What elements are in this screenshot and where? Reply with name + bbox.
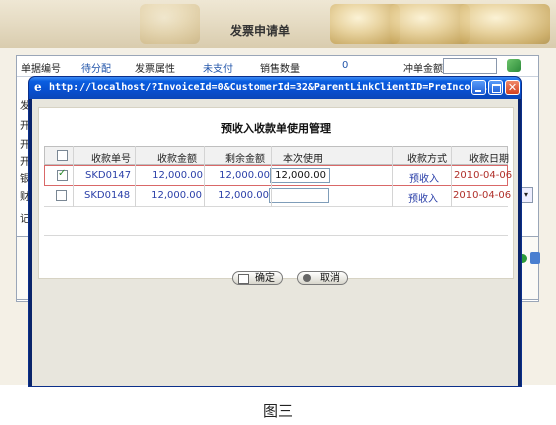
minimize-icon bbox=[475, 90, 481, 92]
receipt-amount: 12,000.00 bbox=[152, 170, 203, 181]
grid-divider bbox=[204, 146, 205, 207]
page-title: 发票申请单 bbox=[230, 24, 291, 38]
sales-qty-value: 0 bbox=[342, 60, 349, 71]
table-row[interactable]: SKD0148 12,000.00 12,000.00 预收入 2010-04-… bbox=[44, 186, 512, 207]
current-use-input[interactable] bbox=[269, 188, 329, 203]
receipt-date: 2010-04-06 bbox=[454, 170, 513, 181]
grid-header: 收款单号 收款金额 剩余金额 本次使用 收款方式 收款日期 bbox=[44, 146, 509, 165]
confirm-icon bbox=[238, 274, 249, 284]
close-icon: ✕ bbox=[507, 81, 518, 94]
figure-caption: 图三 bbox=[262, 402, 293, 420]
row-checkbox[interactable] bbox=[57, 168, 68, 181]
ie-icon: e bbox=[34, 80, 42, 94]
col-receipt-date: 收款日期 bbox=[469, 154, 509, 165]
offset-amount-label: 冲单金额 bbox=[403, 64, 443, 75]
window-title: http://localhost/?InvoiceId=0&CustomerId… bbox=[49, 82, 489, 93]
sales-qty-label: 销售数量 bbox=[260, 64, 300, 75]
receipt-no[interactable]: SKD0147 bbox=[85, 170, 131, 181]
ok-button-label: 确定 bbox=[255, 273, 275, 284]
cancel-button-label: 取消 bbox=[320, 273, 340, 284]
grid-empty-area bbox=[44, 207, 508, 236]
grid-divider bbox=[73, 146, 74, 207]
col-remaining-amount: 剩余金额 bbox=[225, 154, 265, 165]
maximize-button[interactable] bbox=[488, 80, 503, 95]
offset-amount-input[interactable] bbox=[443, 58, 497, 74]
popup-window: e http://localhost/?InvoiceId=0&Customer… bbox=[29, 77, 521, 386]
current-use-input[interactable] bbox=[270, 168, 330, 183]
col-receipt-amount: 收款金额 bbox=[157, 154, 197, 165]
invoice-attr-value: 未支付 bbox=[203, 64, 233, 75]
maximize-icon bbox=[492, 84, 501, 93]
table-row[interactable]: SKD0147 12,000.00 12,000.00 预收入 2010-04-… bbox=[44, 165, 512, 186]
ok-button[interactable]: 确定 bbox=[232, 271, 283, 285]
col-current-use: 本次使用 bbox=[283, 154, 323, 165]
receipt-amount: 12,000.00 bbox=[151, 190, 202, 201]
row-checkbox[interactable] bbox=[56, 190, 67, 201]
doc-no-label: 单据编号 bbox=[21, 64, 61, 75]
grid-divider bbox=[451, 146, 452, 207]
dialog-panel: 预收入收款单使用管理 收款单号 收款金额 剩余金额 本次使用 收款方式 收款日期… bbox=[38, 107, 514, 285]
select-arrow-icon[interactable]: ▾ bbox=[519, 187, 533, 203]
grid-divider bbox=[392, 146, 393, 207]
dialog-title: 预收入收款单使用管理 bbox=[221, 122, 331, 135]
form-row: 单据编号 待分配 发票属性 未支付 销售数量 0 冲单金额 bbox=[17, 56, 538, 77]
help-icon[interactable] bbox=[530, 252, 540, 264]
receipt-date: 2010-04-06 bbox=[453, 190, 512, 201]
window-titlebar[interactable]: e http://localhost/?InvoiceId=0&Customer… bbox=[29, 77, 521, 99]
close-button[interactable]: ✕ bbox=[505, 80, 520, 95]
window-client: 预收入收款单使用管理 收款单号 收款金额 剩余金额 本次使用 收款方式 收款日期… bbox=[32, 99, 518, 386]
col-payment-method: 收款方式 bbox=[407, 154, 447, 165]
receipt-no[interactable]: SKD0148 bbox=[84, 190, 130, 201]
remaining-amount: 12,000.00 bbox=[219, 170, 270, 181]
refresh-icon[interactable] bbox=[507, 59, 521, 72]
col-receipt-no: 收款单号 bbox=[91, 154, 131, 165]
payment-method: 预收入 bbox=[409, 174, 439, 185]
grid-divider bbox=[135, 146, 136, 207]
select-all-checkbox[interactable] bbox=[57, 150, 68, 161]
remaining-amount: 12,000.00 bbox=[218, 190, 269, 201]
cancel-icon bbox=[303, 274, 311, 282]
grid-divider bbox=[271, 146, 272, 207]
cancel-button[interactable]: 取消 bbox=[297, 271, 348, 285]
minimize-button[interactable] bbox=[471, 80, 486, 95]
invoice-attr-label: 发票属性 bbox=[135, 64, 175, 75]
payment-method: 预收入 bbox=[408, 194, 438, 205]
doc-no-value: 待分配 bbox=[81, 64, 111, 75]
